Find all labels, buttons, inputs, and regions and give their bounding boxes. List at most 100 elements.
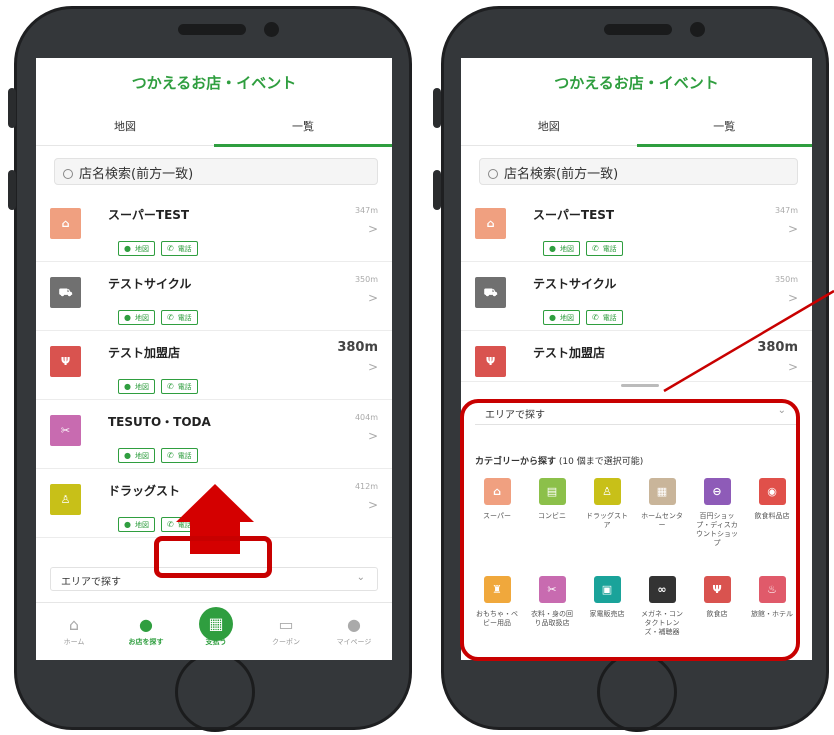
store-row[interactable]: Ψ テスト加盟店 380m > ● 地図 ✆ 電話 (36, 332, 392, 400)
drugstore-icon: ♙ (50, 484, 81, 515)
map-pin-icon: ● (124, 520, 131, 529)
chevron-right-icon: > (367, 360, 378, 374)
search-placeholder: 店名検索(前方一致) (79, 167, 194, 182)
nav-coupon[interactable]: ▭ クーポン (256, 615, 316, 647)
phone-button[interactable]: ✆ 電話 (585, 310, 623, 325)
store-row[interactable]: ⛟ テストサイクル 350m > ● 地図 ✆ 電話 (461, 263, 812, 331)
store-name: スーパーTEST (533, 208, 615, 222)
nav-home[interactable]: ⌂ ホーム (44, 615, 104, 647)
fork-knife-icon: Ψ (50, 346, 81, 377)
map-button[interactable]: ● 地図 (543, 310, 580, 325)
drag-handle[interactable] (621, 384, 659, 387)
store-distance: 347m (354, 206, 378, 215)
search-icon (488, 169, 498, 179)
chevron-right-icon: > (367, 429, 378, 443)
search-icon (63, 169, 73, 179)
left-phone-side-button (8, 88, 16, 128)
phone-button-label: 電話 (602, 314, 617, 322)
map-button-label: 地図 (559, 314, 574, 322)
map-button[interactable]: ● 地図 (118, 517, 155, 532)
nav-label: お店を探す (128, 638, 164, 646)
nav-find-store[interactable]: ● お店を探す (116, 615, 176, 647)
store-name: テストサイクル (533, 277, 617, 291)
page-title: つかえるお店・イベント (131, 74, 297, 92)
ticket-icon: ▭ (278, 615, 294, 634)
store-name: テスト加盟店 (533, 346, 606, 360)
map-button[interactable]: ● 地図 (118, 379, 155, 394)
car-bicycle-icon: ⛟ (475, 277, 506, 308)
tab-list[interactable]: 一覧 (214, 118, 392, 134)
nav-pay[interactable]: ▦ 支払う (186, 607, 246, 647)
map-button-label: 地図 (134, 245, 149, 253)
map-pin-icon: ● (124, 451, 131, 460)
map-pin-icon: ● (549, 244, 556, 253)
store-distance: 412m (354, 482, 378, 491)
left-phone-speaker (178, 24, 246, 35)
map-button[interactable]: ● 地図 (118, 310, 155, 325)
tab-bar: 地図 一覧 (461, 112, 813, 147)
store-distance: 347m (774, 206, 798, 215)
map-button-label: 地図 (134, 521, 149, 529)
map-button-label: 地図 (134, 314, 149, 322)
search-placeholder: 店名検索(前方一致) (504, 167, 619, 182)
right-phone-home-button[interactable] (597, 652, 677, 732)
user-icon: ● (347, 615, 361, 634)
phone-button-label: 電話 (177, 383, 192, 391)
phone-button[interactable]: ✆ 電話 (160, 448, 198, 463)
store-distance: 380m (757, 340, 798, 355)
chevron-right-icon: > (367, 222, 378, 236)
active-tab-indicator (637, 144, 812, 147)
phone-button[interactable]: ✆ 電話 (585, 241, 623, 256)
store-row[interactable]: ✂ TESUTO・TODA 404m > ● 地図 ✆ 電話 (36, 401, 392, 469)
area-search-label: エリアで探す (61, 577, 121, 588)
store-name: スーパーTEST (108, 208, 190, 222)
shop-icon: ⌂ (50, 208, 81, 239)
left-phone-side-button (8, 170, 16, 210)
store-name: テストサイクル (108, 277, 192, 291)
page-title: つかえるお店・イベント (554, 74, 719, 92)
map-pin-icon: ● (124, 244, 131, 253)
car-bicycle-icon: ⛟ (50, 277, 81, 308)
handle-highlight-box (154, 536, 272, 578)
map-button[interactable]: ● 地図 (118, 241, 155, 256)
map-button[interactable]: ● 地図 (118, 448, 155, 463)
chevron-right-icon: > (787, 360, 798, 374)
right-phone-speaker (604, 24, 672, 35)
qr-code-icon: ▦ (199, 607, 233, 641)
phone-button[interactable]: ✆ 電話 (160, 379, 198, 394)
tab-map[interactable]: 地図 (36, 118, 214, 134)
left-phone-home-button[interactable] (175, 652, 255, 732)
store-distance: 380m (337, 340, 378, 355)
phone-button[interactable]: ✆ 電話 (160, 310, 198, 325)
tab-list[interactable]: 一覧 (637, 118, 813, 134)
tab-map[interactable]: 地図 (461, 118, 637, 134)
beauty-icon: ✂ (50, 415, 81, 446)
phone-icon: ✆ (166, 313, 174, 322)
tab-bar: 地図 一覧 (36, 112, 392, 147)
up-arrow-annotation (176, 484, 254, 522)
store-row[interactable]: Ψ テスト加盟店 380m > (461, 332, 812, 382)
left-phone-camera (264, 22, 279, 37)
map-button[interactable]: ● 地図 (543, 241, 580, 256)
map-pin-icon: ● (124, 382, 131, 391)
map-button-label: 地図 (134, 452, 149, 460)
search-input[interactable]: 店名検索(前方一致) (54, 158, 378, 185)
store-row[interactable]: ⌂ スーパーTEST 347m > ● 地図 ✆ 電話 (461, 194, 812, 262)
phone-button[interactable]: ✆ 電話 (160, 241, 198, 256)
store-distance: 404m (354, 413, 378, 422)
nav-label: ホーム (63, 638, 85, 646)
nav-mypage[interactable]: ● マイページ (324, 615, 384, 647)
phone-button-label: 電話 (602, 245, 617, 253)
store-row[interactable]: ⌂ スーパーTEST 347m > ● 地図 ✆ 電話 (36, 194, 392, 262)
search-input[interactable]: 店名検索(前方一致) (479, 158, 798, 185)
phone-icon: ✆ (166, 451, 174, 460)
store-distance: 350m (774, 275, 798, 284)
active-tab-indicator (214, 144, 392, 147)
store-row[interactable]: ⛟ テストサイクル 350m > ● 地図 ✆ 電話 (36, 263, 392, 331)
map-pin-icon: ● (549, 313, 556, 322)
phone-button-label: 電話 (177, 245, 192, 253)
chevron-right-icon: > (367, 498, 378, 512)
right-phone-side-button (433, 170, 441, 210)
shop-icon: ⌂ (475, 208, 506, 239)
phone-icon: ✆ (166, 244, 174, 253)
